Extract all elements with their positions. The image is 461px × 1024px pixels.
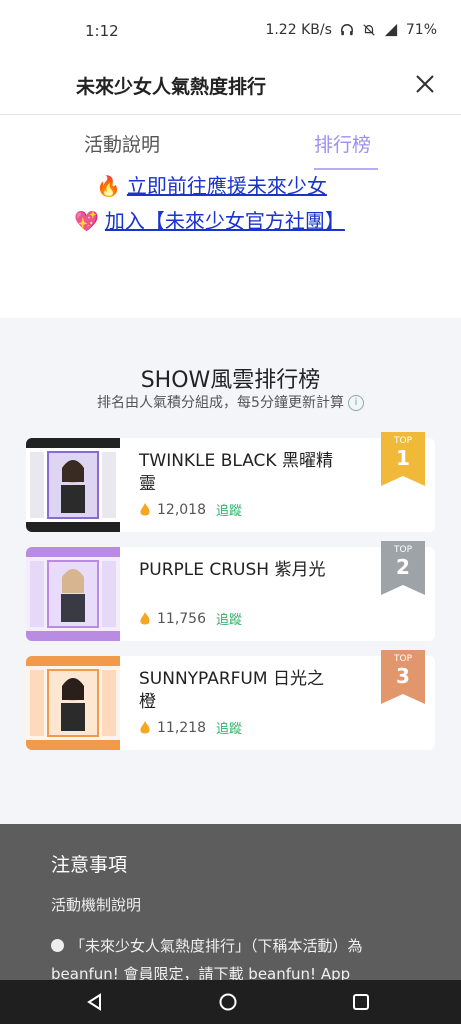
flame-icon <box>140 611 150 624</box>
score-row: 12,018 追蹤 <box>139 500 242 519</box>
tab-ranking[interactable]: 排行榜 <box>314 130 371 157</box>
status-bar: 1:12 1.22 KB/s 71% <box>0 0 461 62</box>
rank-badge: TOP 2 <box>381 541 425 595</box>
follow-button[interactable]: 追蹤 <box>216 718 242 737</box>
tab-bar: 活動說明 排行榜 <box>0 126 461 172</box>
battery-level: 71% <box>405 22 437 38</box>
signal-icon <box>384 23 397 37</box>
flame-icon <box>140 502 150 515</box>
group-image <box>26 547 120 641</box>
ranking-subtitle: 排名由人氣積分組成，每5分鐘更新計算 i <box>0 392 461 412</box>
rank-badge-label: TOP <box>393 436 412 446</box>
page-header: 未來少女人氣熱度排行 <box>0 62 461 115</box>
ranking-subtitle-text: 排名由人氣積分組成，每5分鐘更新計算 <box>97 395 344 411</box>
bullet-icon <box>51 939 64 952</box>
notes-subtitle: 活動機制說明 <box>51 896 142 914</box>
notes-body-text: 「未來少女人氣熱度排行」（下稱本活動）為 beanfun! 會員限定，請下載 b… <box>51 937 363 983</box>
rank-number: 1 <box>396 446 410 470</box>
back-icon[interactable] <box>85 992 105 1012</box>
score-value: 11,218 <box>157 719 206 736</box>
rank-number: 3 <box>396 664 410 688</box>
headphones-icon <box>340 24 353 36</box>
notes-title: 注意事項 <box>51 854 128 876</box>
bell-muted-icon <box>363 24 375 36</box>
rank-badge-label: TOP <box>393 545 412 555</box>
tab-description[interactable]: 活動說明 <box>84 130 160 157</box>
rank-badge: TOP 1 <box>381 432 425 486</box>
ranking-section: SHOW風雲排行榜 排名由人氣積分組成，每5分鐘更新計算 i TWINKLE BL… <box>0 318 461 824</box>
heart-icon: 💖 <box>74 209 99 233</box>
status-time: 1:12 <box>85 22 119 40</box>
score-value: 11,756 <box>157 610 206 627</box>
home-icon[interactable] <box>218 992 238 1012</box>
ranking-card[interactable]: SUNNYPARFUM 日光之橙 11,218 追蹤 TOP 3 <box>26 650 435 750</box>
fire-icon: 🔥 <box>96 174 121 198</box>
support-link[interactable]: 🔥 立即前往應援未來少女 <box>96 170 327 199</box>
page-title: 未來少女人氣熱度排行 <box>76 76 267 98</box>
notes-section: 注意事項 活動機制說明 「未來少女人氣熱度排行」（下稱本活動）為 beanfun… <box>0 824 461 983</box>
status-indicators: 1.22 KB/s 71% <box>265 22 437 38</box>
ranking-card[interactable]: PURPLE CRUSH 紫月光 11,756 追蹤 TOP 2 <box>26 541 435 641</box>
group-image <box>26 656 120 750</box>
group-name: TWINKLE BLACK 黑曜精靈 <box>139 451 333 494</box>
group-name: PURPLE CRUSH 紫月光 <box>139 560 326 580</box>
score-value: 12,018 <box>157 501 206 518</box>
join-group-link-label: 加入【未來少女官方社團】 <box>104 209 345 233</box>
support-link-label: 立即前往應援未來少女 <box>126 174 327 198</box>
ranking-card[interactable]: TWINKLE BLACK 黑曜精靈 12,018 追蹤 TOP 1 <box>26 432 435 532</box>
rank-badge-label: TOP <box>393 654 412 664</box>
rank-number: 2 <box>396 555 410 579</box>
flame-icon <box>140 720 150 733</box>
group-name: SUNNYPARFUM 日光之橙 <box>139 669 324 712</box>
ranking-title: SHOW風雲排行榜 <box>140 368 321 393</box>
network-speed: 1.22 KB/s <box>265 22 332 38</box>
recents-icon[interactable] <box>351 992 371 1012</box>
join-group-link[interactable]: 💖 加入【未來少女官方社團】 <box>74 205 345 234</box>
info-icon[interactable]: i <box>347 395 364 411</box>
follow-button[interactable]: 追蹤 <box>216 609 242 628</box>
group-image <box>26 438 120 532</box>
system-nav-bar <box>0 980 461 1024</box>
score-row: 11,756 追蹤 <box>139 609 242 628</box>
follow-button[interactable]: 追蹤 <box>216 500 242 519</box>
score-row: 11,218 追蹤 <box>139 718 242 737</box>
rank-badge: TOP 3 <box>381 650 425 704</box>
close-icon[interactable] <box>411 70 439 98</box>
